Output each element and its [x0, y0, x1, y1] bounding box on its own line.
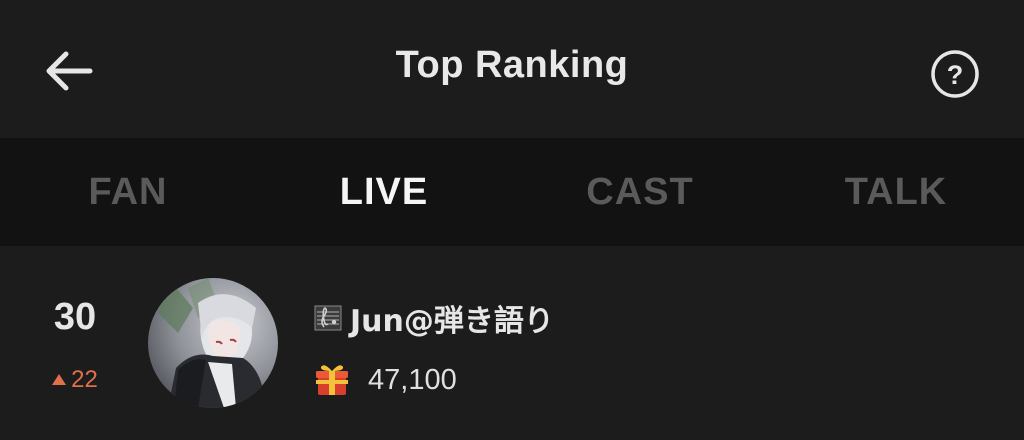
- svg-text:?: ?: [947, 60, 964, 90]
- avatar[interactable]: [148, 278, 278, 408]
- user-name-line[interactable]: Jun@弾き語り: [312, 298, 554, 339]
- tab-cast[interactable]: CAST: [512, 138, 768, 246]
- avatar-image: [148, 278, 278, 408]
- page-title: Top Ranking: [395, 44, 629, 86]
- music-score-icon: [314, 305, 342, 331]
- question-circle-icon: ?: [931, 50, 979, 98]
- gift-stats: 47,100: [314, 360, 457, 400]
- rank-up-icon: [52, 374, 67, 385]
- gift-count: 47,100: [368, 363, 457, 396]
- rank-number: 30: [53, 296, 97, 338]
- tab-fan[interactable]: FAN: [0, 138, 256, 246]
- gift-box-icon: [316, 365, 348, 395]
- rank-change: 22: [30, 366, 120, 394]
- user-name: Jun@弾き語り: [350, 304, 554, 339]
- ranking-tabs: FAN LIVE CAST TALK: [0, 138, 1024, 246]
- top-bar: Top Ranking ?: [0, 0, 1024, 138]
- rank-change-value: 22: [71, 366, 98, 393]
- tab-live[interactable]: LIVE: [256, 138, 512, 246]
- tab-talk[interactable]: TALK: [768, 138, 1024, 246]
- help-button[interactable]: ?: [928, 47, 982, 101]
- ranking-row[interactable]: 30 22 Jun@弾き語り 47,100: [0, 246, 1024, 440]
